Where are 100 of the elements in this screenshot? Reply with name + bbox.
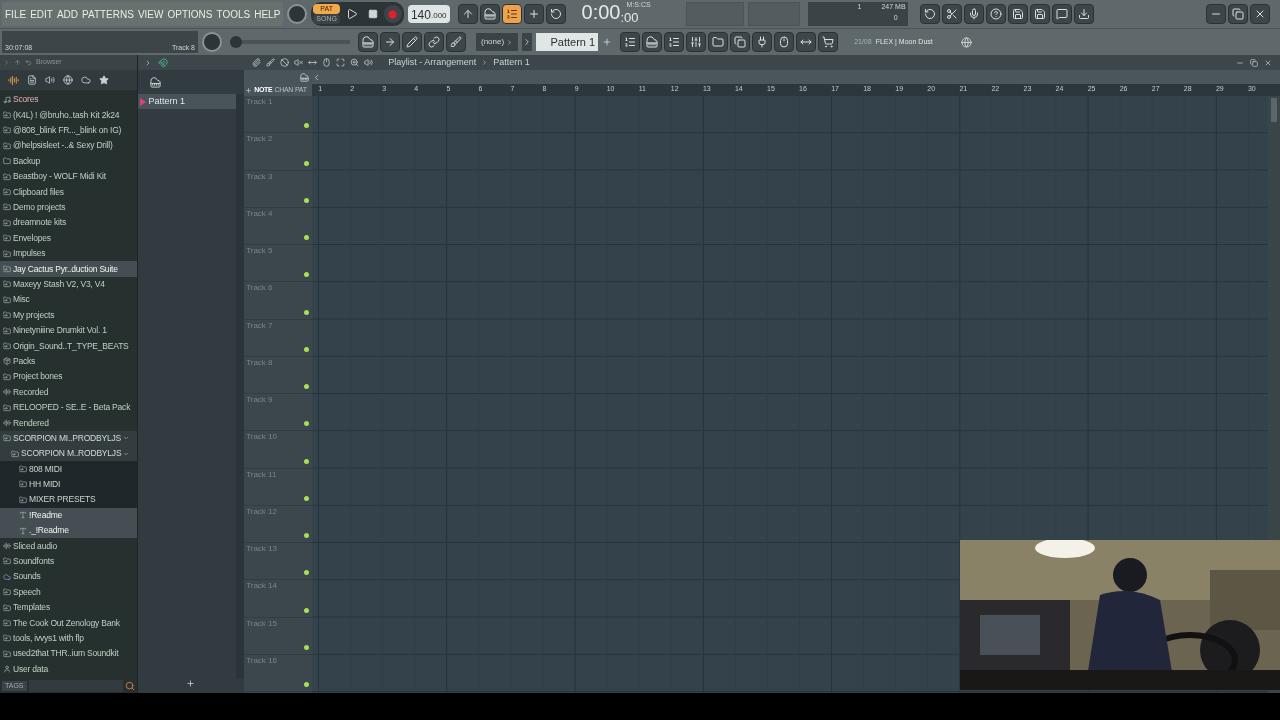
- track-enable-led[interactable]: [304, 235, 310, 240]
- cloud-icon[interactable]: [81, 75, 91, 85]
- copy-button[interactable]: [730, 32, 751, 52]
- track-enable-led[interactable]: [304, 346, 310, 352]
- add-pattern-icon[interactable]: [602, 37, 613, 47]
- pattern-selector[interactable]: Pattern 1: [536, 33, 599, 51]
- add-track-icon[interactable]: [245, 86, 253, 94]
- playlist-button[interactable]: [620, 32, 641, 52]
- browser-item[interactable]: Clipboard files: [0, 184, 137, 200]
- menu-item[interactable]: VIEW: [137, 6, 164, 22]
- track-enable-led[interactable]: [304, 160, 310, 166]
- globe-icon[interactable]: [960, 36, 972, 48]
- scrollbar-track[interactable]: [236, 94, 245, 679]
- piano-roll-button[interactable]: [642, 32, 663, 52]
- star-icon[interactable]: [99, 75, 109, 85]
- loop-record-button[interactable]: [545, 4, 566, 24]
- browser-item[interactable]: tools, ivvys1 with flp: [0, 630, 137, 647]
- track-enable-led[interactable]: [304, 384, 310, 389]
- browser-item[interactable]: Soundfonts: [0, 553, 137, 570]
- browser-item[interactable]: Templates: [0, 599, 137, 616]
- step-edit-button[interactable]: [523, 4, 544, 24]
- browser-item[interactable]: Recorded: [0, 384, 137, 400]
- master-pitch-knob[interactable]: [202, 32, 222, 52]
- track-enable-led[interactable]: [304, 309, 310, 315]
- browser-item[interactable]: Demo projects: [0, 199, 137, 216]
- speaker-icon[interactable]: [364, 58, 374, 67]
- minimize-button[interactable]: [1206, 4, 1226, 24]
- microphone-button[interactable]: [963, 4, 984, 24]
- browser-item[interactable]: Backup: [0, 153, 137, 169]
- undo-button[interactable]: [919, 4, 940, 24]
- track-enable-led[interactable]: [304, 272, 310, 278]
- browser-item[interactable]: @808_blink FR..._blink on IG): [0, 122, 137, 139]
- track-enable-led[interactable]: [304, 533, 310, 538]
- link-button[interactable]: [424, 32, 444, 52]
- track-enable-led[interactable]: [304, 607, 310, 613]
- track-enable-led[interactable]: [304, 421, 310, 427]
- save-as-button[interactable]: [1029, 4, 1050, 24]
- browser-item[interactable]: Project bones: [0, 369, 137, 385]
- restore-icon[interactable]: [1250, 58, 1258, 67]
- close-icon[interactable]: [1264, 58, 1272, 67]
- piano-icon[interactable]: [149, 76, 161, 88]
- magnet-icon[interactable]: [157, 57, 168, 68]
- zoom-icon[interactable]: [350, 58, 360, 67]
- cut-button[interactable]: [941, 4, 962, 24]
- browser-item[interactable]: (K4L) ! @bruho..tash Kit 2k24: [0, 107, 137, 123]
- browser-item[interactable]: 808 MIDI: [0, 461, 137, 477]
- chevron-icon[interactable]: [522, 33, 533, 51]
- menu-item[interactable]: ADD: [56, 6, 79, 22]
- menu-item[interactable]: TOOLS: [216, 6, 251, 22]
- play-icon[interactable]: [345, 8, 358, 20]
- breadcrumb-pattern[interactable]: Pattern 1: [493, 55, 530, 70]
- browser-item[interactable]: used2that THR..ium Soundkit: [0, 646, 137, 662]
- globe-icon[interactable]: [63, 75, 73, 85]
- browser-item[interactable]: The Cook Out Zenology Bank: [0, 615, 137, 631]
- scrollbar-thumb[interactable]: [1271, 98, 1277, 122]
- paperclip-icon[interactable]: [252, 58, 262, 67]
- browser-item[interactable]: dreamnote kits: [0, 215, 137, 231]
- tags-search-field[interactable]: [28, 680, 123, 692]
- pencil-button[interactable]: [402, 32, 422, 52]
- mute-icon[interactable]: [280, 58, 290, 67]
- browser-item[interactable]: Speech: [0, 584, 137, 600]
- stop-icon[interactable]: [367, 9, 378, 19]
- browser-item[interactable]: SCORPION MI..PRODBYLJS: [0, 430, 137, 446]
- browser-item[interactable]: @helpsisleet -..& Sexy Drill): [0, 138, 137, 154]
- browser-item[interactable]: Impulses: [0, 245, 137, 262]
- countdown-button[interactable]: [501, 4, 522, 24]
- piano-icon[interactable]: [300, 72, 310, 82]
- search-icon[interactable]: [124, 681, 135, 691]
- none-selector[interactable]: (none): [476, 33, 519, 51]
- track-enable-led[interactable]: [304, 458, 310, 464]
- speaker-icon[interactable]: [45, 75, 55, 85]
- menu-item[interactable]: FILE: [5, 6, 27, 22]
- track-enable-led[interactable]: [304, 123, 310, 129]
- mixer-button[interactable]: [686, 32, 707, 52]
- file-icon[interactable]: [27, 75, 37, 85]
- next-button[interactable]: [380, 32, 400, 52]
- record-button[interactable]: [383, 5, 402, 23]
- master-pitch-slider[interactable]: [230, 36, 350, 48]
- pattern-item[interactable]: Pattern 1: [137, 94, 237, 109]
- cart-button[interactable]: [818, 32, 839, 52]
- download-button[interactable]: [1073, 4, 1094, 24]
- browser-item[interactable]: MIXER PRESETS: [0, 492, 137, 508]
- browser-item[interactable]: Rendered: [0, 415, 137, 431]
- menu-item[interactable]: EDIT: [30, 6, 53, 22]
- browser-item[interactable]: Origin_Sound..T_TYPE_BEATS: [0, 338, 137, 354]
- browser-button[interactable]: [708, 32, 729, 52]
- browser-item[interactable]: Envelopes: [0, 230, 137, 246]
- add-icon[interactable]: [186, 679, 196, 688]
- browser-item[interactable]: Packs: [0, 353, 137, 370]
- master-volume-knob[interactable]: [287, 4, 308, 24]
- close-button[interactable]: [1250, 4, 1270, 24]
- browser-item[interactable]: User data: [0, 661, 137, 677]
- menu-item[interactable]: PATTERNS: [82, 6, 134, 22]
- browser-item[interactable]: Scores: [0, 92, 137, 108]
- track-enable-led[interactable]: [304, 682, 310, 687]
- browser-item[interactable]: RELOOPED - SE..E - Beta Pack: [0, 399, 137, 416]
- browser-item[interactable]: Beastboy - WOLF Midi Kit: [0, 168, 137, 185]
- browser-item[interactable]: Ninetyniiine Drumkit Vol. 1: [0, 322, 137, 339]
- chat-button[interactable]: [1051, 4, 1072, 24]
- track-enable-led[interactable]: [304, 197, 310, 203]
